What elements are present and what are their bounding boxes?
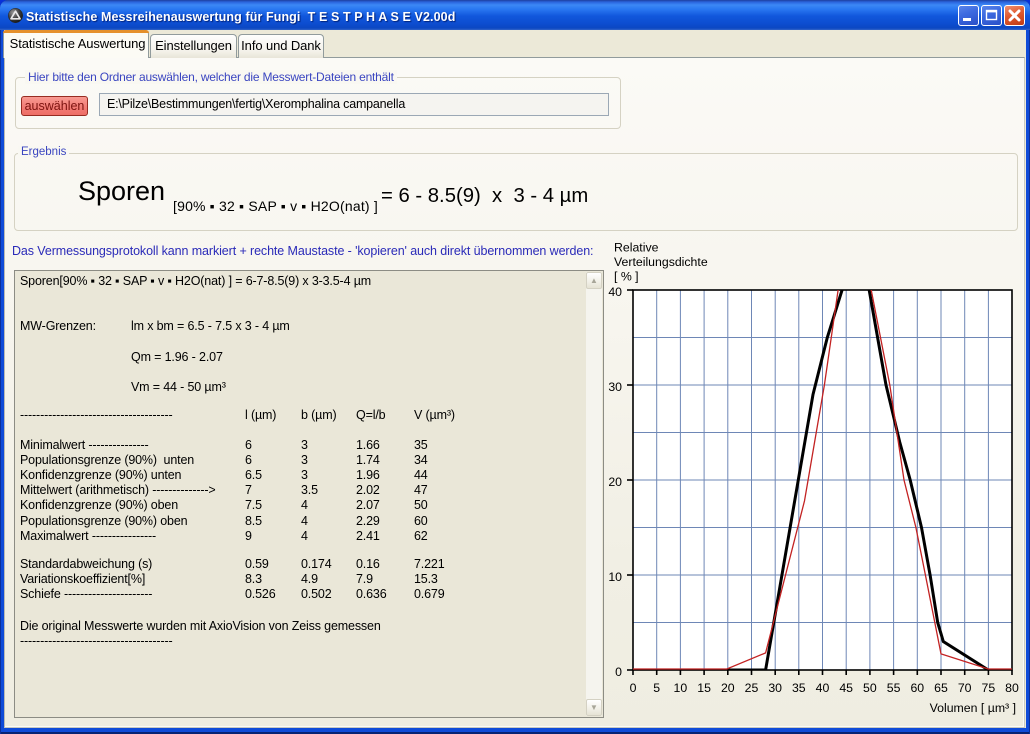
svg-text:Volumen [ µm³ ]: Volumen [ µm³ ]	[930, 701, 1016, 715]
svg-text:5: 5	[653, 681, 660, 695]
svg-text:65: 65	[934, 681, 948, 695]
svg-text:15: 15	[697, 681, 711, 695]
svg-text:45: 45	[839, 681, 853, 695]
svg-text:75: 75	[982, 681, 996, 695]
svg-text:60: 60	[910, 681, 924, 695]
svg-text:0: 0	[630, 681, 637, 695]
svg-text:10: 10	[608, 570, 622, 584]
svg-text:40: 40	[816, 681, 830, 695]
svg-text:20: 20	[608, 475, 622, 489]
svg-text:50: 50	[863, 681, 877, 695]
svg-text:Verteilungsdichte: Verteilungsdichte	[614, 255, 708, 269]
svg-text:80: 80	[1005, 681, 1019, 695]
svg-text:70: 70	[958, 681, 972, 695]
svg-text:[ % ]: [ % ]	[614, 270, 639, 284]
svg-text:20: 20	[721, 681, 735, 695]
svg-text:55: 55	[887, 681, 901, 695]
svg-text:40: 40	[608, 285, 622, 299]
svg-text:30: 30	[768, 681, 782, 695]
svg-text:10: 10	[674, 681, 688, 695]
svg-text:25: 25	[745, 681, 759, 695]
svg-text:0: 0	[615, 665, 622, 679]
svg-text:35: 35	[792, 681, 806, 695]
svg-text:Relative: Relative	[614, 241, 659, 255]
svg-text:30: 30	[608, 380, 622, 394]
